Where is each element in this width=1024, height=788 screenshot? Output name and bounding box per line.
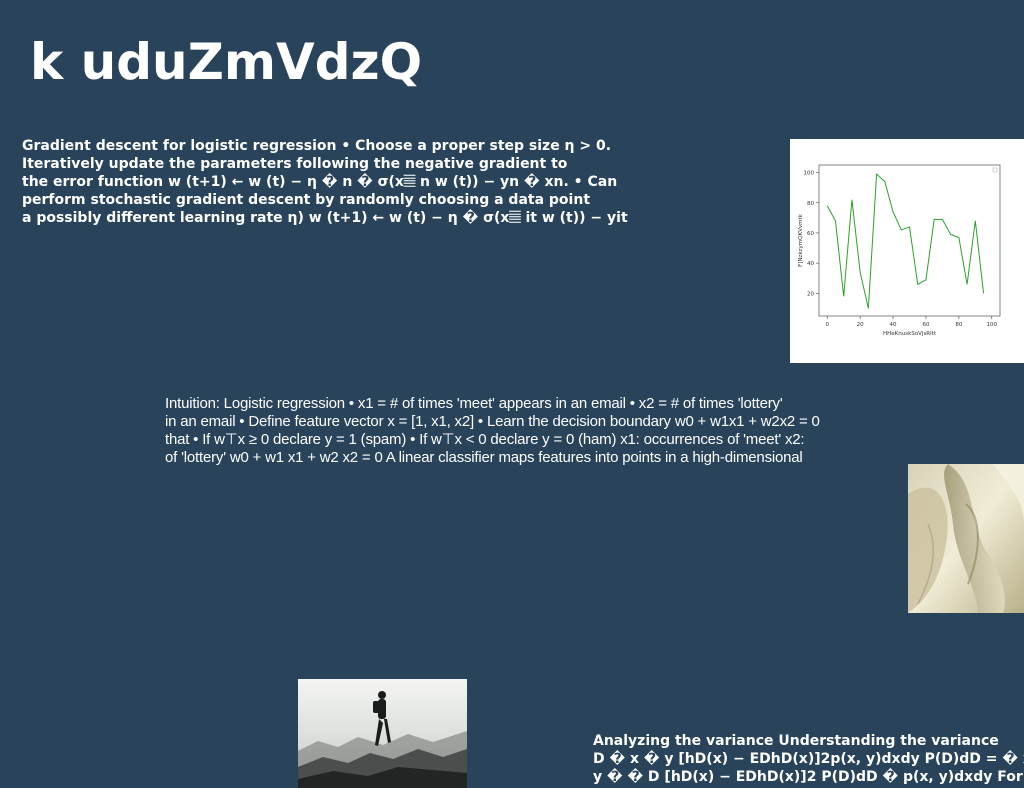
x-tick-label: 0 — [825, 322, 829, 328]
text-line: y � � D [hD(x) − EDhD(x)]2 P(D)dD � p(x,… — [593, 769, 1023, 785]
line-chart-svg: 0 20 40 60 80 100 20 40 60 80 100 HHeKnuskSoVjsRltt… — [798, 164, 1001, 337]
y-axis-label: F]NzkzymQKVvmtk — [798, 213, 804, 266]
intuition-text: Intuition: Logistic regression • x1 = # … — [165, 395, 895, 467]
text-line: Intuition: Logistic regression • x1 = # … — [165, 395, 783, 412]
hiker-photo-art — [298, 679, 467, 788]
legend-box — [992, 167, 998, 173]
text-line: Gradient descent for logistic regression… — [22, 138, 612, 154]
y-tick-label: 20 — [807, 291, 814, 297]
fabric-photo — [908, 464, 1024, 613]
text-line: that • If w⊤x ≥ 0 declare y = 1 (spam) •… — [165, 431, 805, 448]
x-tick-label: 80 — [955, 322, 962, 328]
x-tick-label: 20 — [857, 322, 864, 328]
text-line: perform stochastic gradient descent by r… — [22, 192, 591, 208]
y-tick-label: 60 — [807, 231, 814, 237]
x-tick-label: 100 — [987, 322, 998, 328]
hiker-photo — [298, 679, 467, 788]
text-line: of 'lottery' w0 + w1 x1 + w2 x2 = 0 A li… — [165, 449, 803, 466]
page-title: k uduZmVdzQ — [30, 33, 423, 91]
text-line: D � x � y [hD(x) − EDhD(x)]2p(x, y)dxdy … — [593, 751, 1024, 767]
text-line: the error function w (t+1) ← w (t) − η �… — [22, 174, 618, 190]
y-tick-label: 80 — [807, 201, 814, 207]
x-tick-label: 60 — [922, 322, 929, 328]
gradient-descent-text: Gradient descent for logistic regression… — [22, 137, 672, 227]
text-line: Analyzing the variance Understanding the… — [593, 733, 999, 749]
line-chart: 0 20 40 60 80 100 20 40 60 80 100 HHeKnuskSoVjsRltt… — [790, 139, 1024, 363]
text-line: Iteratively update the parameters follow… — [22, 156, 568, 172]
variance-text: Analyzing the variance Understanding the… — [593, 732, 1024, 786]
x-tick-label: 40 — [890, 322, 897, 328]
x-axis-label: HHeKnuskSoVjsRltt — [883, 331, 937, 337]
text-line: a possibly different learning rate η) w … — [22, 210, 628, 226]
y-tick-label: 40 — [807, 261, 814, 267]
text-line: in an email • Define feature vector x = … — [165, 413, 820, 430]
fabric-photo-art — [908, 464, 1024, 613]
series-line — [826, 172, 985, 309]
y-tick-label: 100 — [804, 171, 815, 177]
